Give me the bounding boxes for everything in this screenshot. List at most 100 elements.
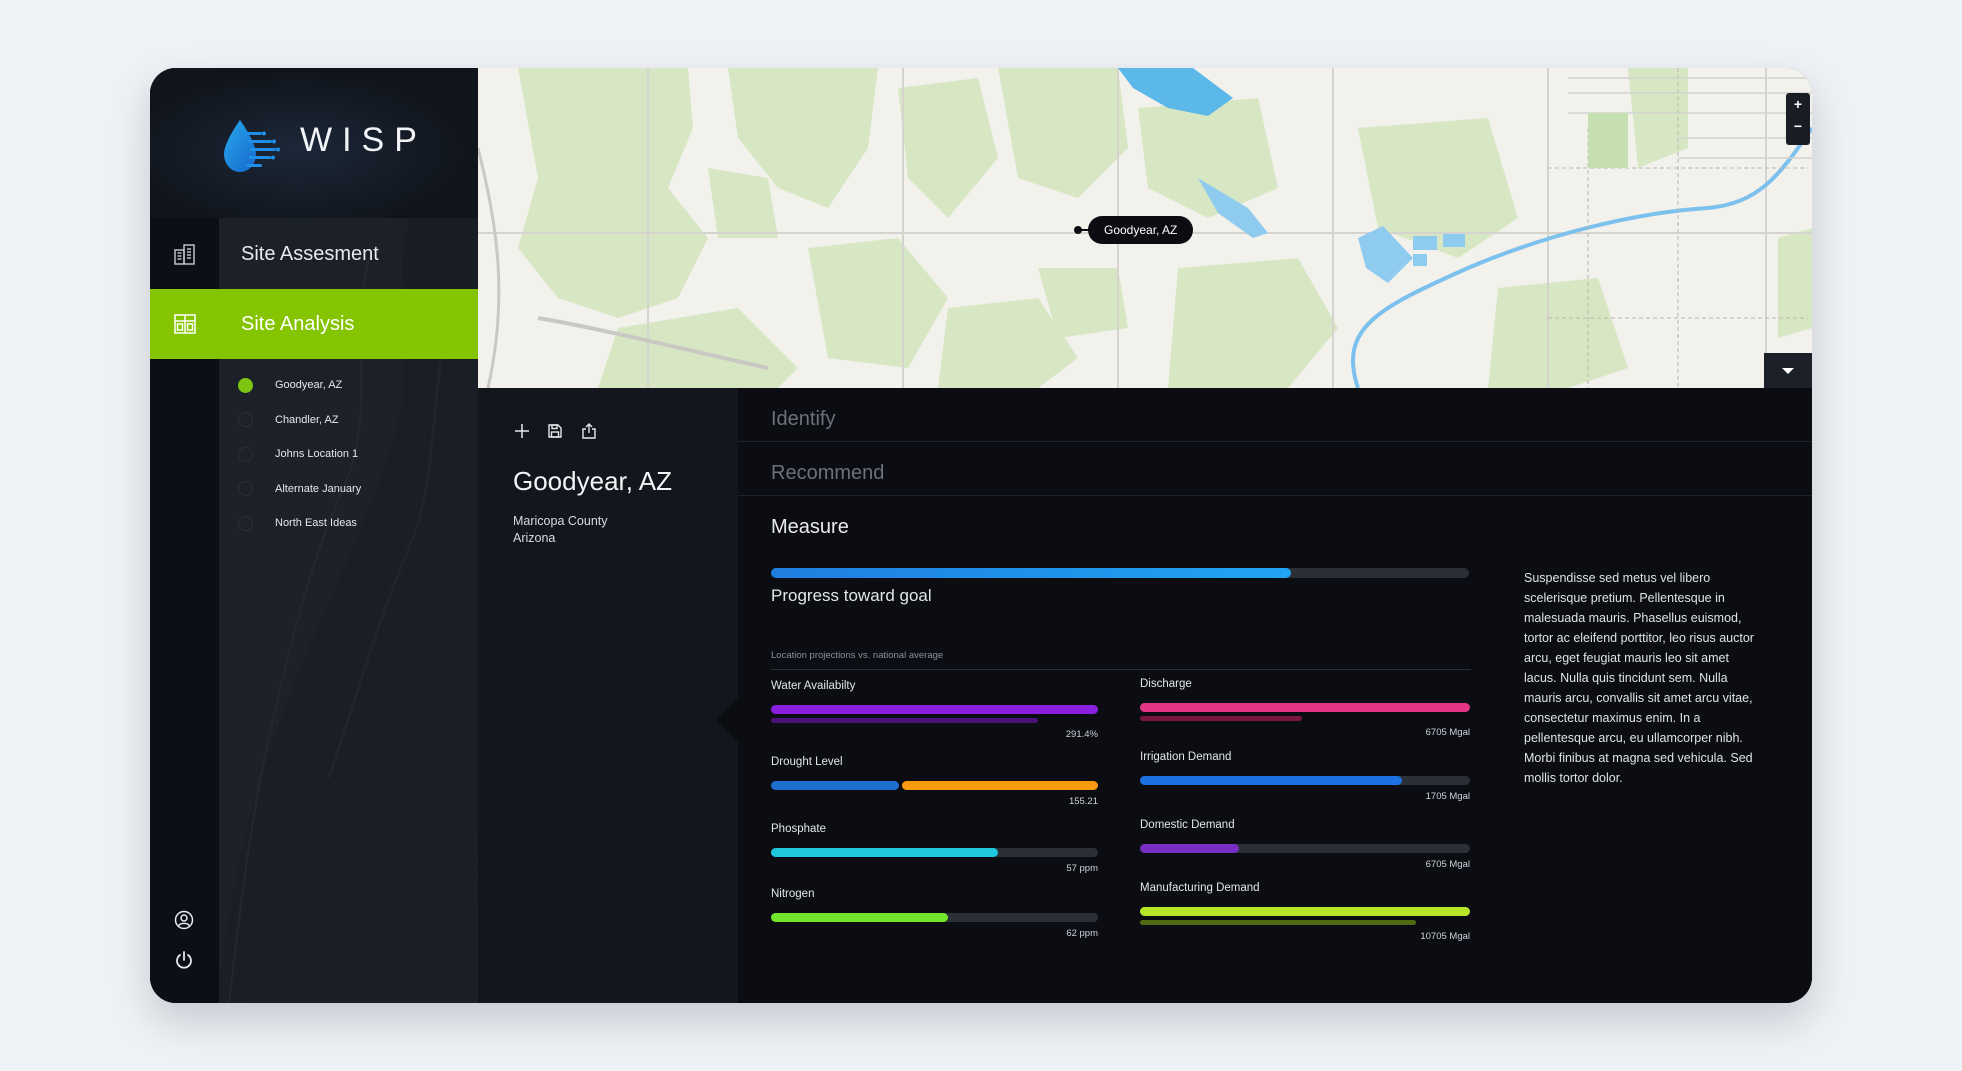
metric-bar (771, 913, 1098, 922)
nav-site-assessment-label: Site Assesment (241, 242, 379, 265)
nav-site-assessment[interactable]: Site Assesment (150, 219, 478, 289)
metric-domestic-demand: Domestic Demand 6705 Mgal (1140, 819, 1470, 870)
projections-divider (771, 669, 1471, 670)
zoom-controls: + − (1786, 93, 1810, 145)
sidebar: WISP Site Assesment Site Analysis Goodye… (150, 68, 478, 1003)
metric-water-availability: Water Availabilty 291.4% (771, 680, 1098, 740)
goal-label: Progress toward goal (771, 586, 932, 605)
site-item-alternate-january[interactable]: Alternate January (238, 472, 361, 507)
metric-bar (771, 781, 1098, 790)
section-recommend[interactable]: Recommend (738, 442, 1812, 496)
chevron-down-icon (1782, 367, 1794, 374)
metric-bar-fill (1140, 776, 1403, 785)
save-icon (548, 424, 562, 438)
logo-area: WISP (150, 68, 478, 218)
site-detail-panel: Goodyear, AZ Maricopa County Arizona (478, 388, 738, 1003)
site-item-chandler[interactable]: Chandler, AZ (238, 403, 361, 438)
metric-value: 62 ppm (1066, 928, 1098, 939)
goal-progress-bar (771, 568, 1469, 578)
metric-phosphate: Phosphate 57 ppm (771, 823, 1098, 874)
metric-bar (1140, 844, 1470, 853)
metric-label: Discharge (1140, 678, 1192, 690)
grid-icon (150, 289, 219, 359)
site-state: Arizona (513, 531, 556, 545)
metric-bar (771, 848, 1098, 857)
site-item-label: North East Ideas (275, 517, 357, 530)
site-location: Maricopa County Arizona (513, 513, 608, 547)
metric-label: Phosphate (771, 823, 826, 835)
metric-label: Drought Level (771, 756, 843, 768)
metric-subbar-fill (1140, 920, 1416, 925)
site-list: Goodyear, AZ Chandler, AZ Johns Location… (238, 368, 361, 541)
metric-drought-level: Drought Level 155.21 (771, 756, 1098, 807)
metric-label: Domestic Demand (1140, 819, 1235, 831)
metric-irrigation-demand: Irrigation Demand 1705 Mgal (1140, 751, 1470, 802)
plus-icon (515, 424, 529, 438)
logo-text: WISP (300, 121, 427, 159)
zoom-in-button[interactable]: + (1786, 93, 1810, 115)
metric-bar-fill (1140, 844, 1239, 853)
section-recommend-label: Recommend (771, 462, 885, 484)
add-button[interactable] (511, 420, 533, 442)
metric-bar (1140, 703, 1470, 712)
metric-bar-fill (771, 705, 1098, 714)
map-view[interactable]: Goodyear, AZ + − (478, 68, 1812, 388)
section-identify[interactable]: Identify (738, 388, 1812, 442)
metric-subbar (1140, 716, 1470, 721)
section-measure[interactable]: Measure (738, 496, 1812, 550)
metric-subbar (1140, 920, 1470, 925)
metric-manufacturing-demand: Manufacturing Demand 10705 Mgal (1140, 882, 1470, 942)
site-county: Maricopa County (513, 514, 608, 528)
site-item-label: Chandler, AZ (275, 413, 339, 426)
section-measure-label: Measure (771, 516, 849, 538)
metric-label: Nitrogen (771, 888, 815, 900)
goal-progress-fill (771, 568, 1291, 578)
metric-subbar-fill (771, 718, 1038, 723)
nav-site-analysis[interactable]: Site Analysis (150, 289, 478, 359)
metric-value: 291.4% (1065, 729, 1098, 740)
metric-label: Irrigation Demand (1140, 751, 1232, 763)
metric-label: Manufacturing Demand (1140, 882, 1260, 894)
site-item-north-east-ideas[interactable]: North East Ideas (238, 506, 361, 541)
app-window: WISP Site Assesment Site Analysis Goodye… (150, 68, 1812, 1003)
user-circle-icon[interactable] (172, 908, 196, 932)
metric-nitrogen: Nitrogen 62 ppm (771, 888, 1098, 939)
site-item-goodyear[interactable]: Goodyear, AZ (238, 368, 361, 403)
panel-pointer (716, 698, 738, 742)
map-pin-label[interactable]: Goodyear, AZ (1088, 216, 1194, 244)
zoom-out-button[interactable]: − (1786, 115, 1810, 137)
section-identify-label: Identify (771, 408, 836, 430)
save-button[interactable] (544, 420, 566, 442)
metric-value: 6705 Mgal (1425, 727, 1470, 738)
power-icon[interactable] (172, 948, 196, 972)
metric-subbar (771, 718, 1098, 723)
description-text: Suspendisse sed metus vel libero sceleri… (1524, 571, 1754, 785)
projections-label: Location projections vs. national averag… (771, 650, 944, 661)
metric-value: 57 ppm (1066, 863, 1098, 874)
site-item-label: Goodyear, AZ (275, 379, 343, 392)
radio-selected-icon (238, 377, 253, 393)
metric-bar (771, 705, 1098, 714)
water-drop-logo-icon (224, 120, 280, 172)
radio-icon (238, 515, 253, 531)
metric-bar-fill (771, 781, 899, 790)
radio-icon (238, 481, 253, 497)
metric-value: 10705 Mgal (1420, 931, 1470, 942)
metric-bar-fill (771, 848, 999, 857)
site-item-label: Johns Location 1 (275, 448, 359, 461)
building-icon (150, 219, 219, 289)
metric-value: 1705 Mgal (1425, 791, 1470, 802)
site-item-johns-location[interactable]: Johns Location 1 (238, 437, 361, 472)
metric-value: 6705 Mgal (1425, 859, 1470, 870)
metric-bar (1140, 907, 1470, 916)
metric-bar-fill (771, 913, 948, 922)
radio-icon (238, 412, 253, 428)
metric-subbar-fill (1140, 716, 1302, 721)
share-icon (582, 423, 596, 439)
map-collapse-button[interactable] (1764, 353, 1812, 388)
radio-icon (238, 446, 253, 462)
map-pin-icon[interactable] (1074, 226, 1082, 234)
metric-bar-fill-secondary (902, 781, 1098, 790)
share-button[interactable] (578, 420, 600, 442)
metric-bar-fill (1140, 703, 1470, 712)
